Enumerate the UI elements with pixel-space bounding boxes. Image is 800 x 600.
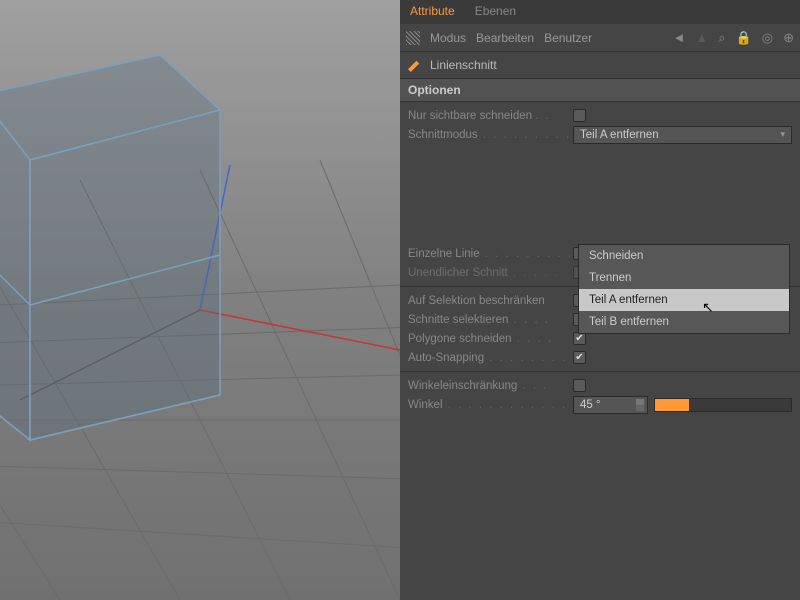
section-optionen[interactable]: Optionen — [400, 78, 800, 102]
label-einzelne-linie: Einzelne Linie . . . . . . . . . — [408, 248, 573, 260]
label-schnitte-selektieren: Schnitte selektieren . . . . — [408, 314, 573, 326]
menu-bearbeiten[interactable]: Bearbeiten — [476, 31, 534, 45]
dropdown-item-trennen[interactable]: Trennen — [579, 267, 789, 289]
label-nur-sichtbare: Nur sichtbare schneiden . . — [408, 110, 573, 122]
label-auto-snapping: Auto-Snapping . . . . . . . . — [408, 352, 573, 364]
attribute-panel: Attribute Ebenen Modus Bearbeiten Benutz… — [400, 0, 800, 600]
tool-header: Linienschnitt — [400, 52, 800, 78]
nav-fwd-icon[interactable]: ▲ — [695, 30, 708, 45]
tab-attribute[interactable]: Attribute — [400, 0, 465, 24]
dropdown-item-teil-a[interactable]: Teil A entfernen — [579, 289, 789, 311]
viewport-3d[interactable] — [0, 0, 400, 600]
mode-icon[interactable] — [406, 31, 420, 45]
label-auf-selektion: Auf Selektion beschränken — [408, 295, 573, 307]
nav-back-icon[interactable]: ◄ — [673, 30, 686, 45]
input-winkel[interactable]: 45 ° — [573, 396, 648, 414]
dropdown-item-teil-b[interactable]: Teil B entfernen — [579, 311, 789, 333]
slider-winkel[interactable] — [654, 398, 792, 412]
dropdown-item-schneiden[interactable]: Schneiden — [579, 245, 789, 267]
tool-name: Linienschnitt — [430, 58, 497, 72]
new-icon[interactable]: ⊕ — [783, 30, 794, 46]
menu-benutzer[interactable]: Benutzer — [544, 31, 592, 45]
menu-modus[interactable]: Modus — [430, 31, 466, 45]
checkbox-winkeleinschraenkung[interactable] — [573, 379, 586, 392]
lock-icon[interactable]: 🔒 — [736, 30, 752, 46]
label-schnittmodus: Schnittmodus . . . . . . . . . — [408, 129, 573, 141]
label-winkel: Winkel . . . . . . . . . . . . . . — [408, 399, 573, 411]
dropdown-schnittmodus[interactable]: Teil A entfernen — [573, 126, 792, 144]
checkbox-auto-snapping[interactable]: ✔ — [573, 351, 586, 364]
target-icon[interactable]: ◎ — [762, 30, 773, 46]
tab-ebenen[interactable]: Ebenen — [465, 0, 526, 24]
panel-tabs: Attribute Ebenen — [400, 0, 800, 24]
line-cut-icon — [408, 58, 422, 72]
dropdown-menu-schnittmodus: Schneiden Trennen Teil A entfernen Teil … — [578, 244, 790, 334]
search-icon[interactable]: ⌕ — [718, 30, 725, 46]
checkbox-nur-sichtbare[interactable] — [573, 109, 586, 122]
label-polygone-schneiden: Polygone schneiden . . . . — [408, 333, 573, 345]
label-winkeleinschraenkung: Winkeleinschränkung . . . — [408, 380, 573, 392]
attribute-toolbar: Modus Bearbeiten Benutzer ◄ ▲ ⌕ 🔒 ◎ ⊕ — [400, 24, 800, 52]
label-unendlicher-schnitt: Unendlicher Schnitt . . . . . — [408, 267, 573, 279]
